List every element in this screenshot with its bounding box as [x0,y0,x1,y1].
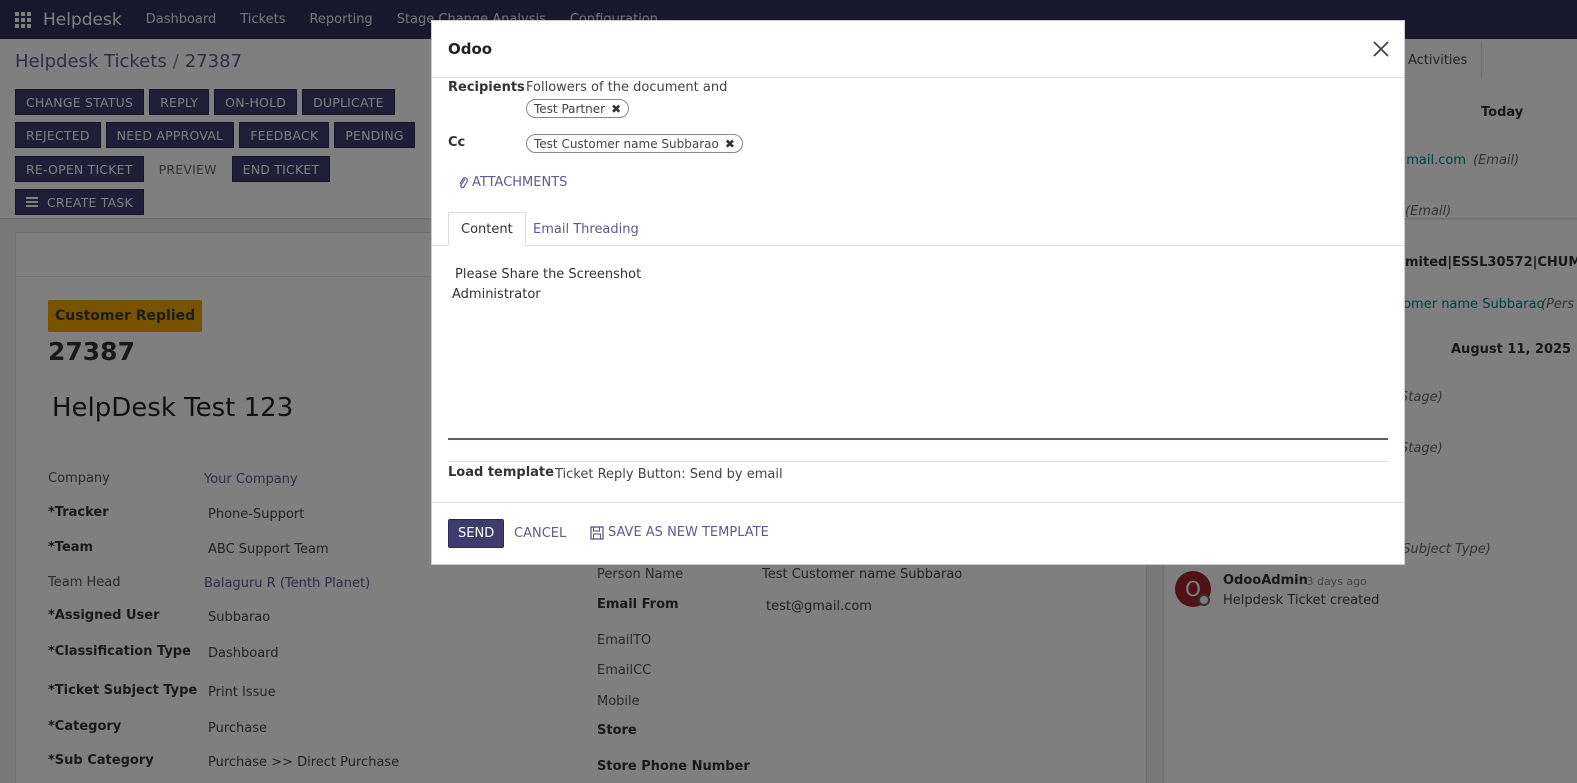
divider [448,461,1388,462]
save-as-new-template-button[interactable]: SAVE AS NEW TEMPLATE [590,525,769,540]
tab-email-threading[interactable]: Email Threading [521,212,651,246]
save-template-label: SAVE AS NEW TEMPLATE [608,525,769,540]
paperclip-icon [459,176,468,188]
body-line-1[interactable]: Please Share the Screenshot [455,267,641,282]
load-template-select[interactable]: Ticket Reply Button: Send by email [555,467,783,482]
attachments-button[interactable]: ATTACHMENTS [457,175,567,190]
load-template-label: Load template [448,465,554,480]
cc-tag-label: Test Customer name Subbarao [534,136,719,151]
remove-tag-icon[interactable]: ✖ [725,137,735,151]
remove-tag-icon[interactable]: ✖ [611,102,621,116]
send-button[interactable]: SEND [448,519,505,548]
recipient-tag: Test Partner ✖ [526,99,630,118]
tab-content[interactable]: Content [448,212,526,246]
recipients-text: Followers of the document and [526,80,728,95]
dialog-header: Odoo [432,21,1404,78]
dialog-title: Odoo [448,40,493,58]
body-line-2[interactable]: Administrator [452,287,541,302]
floppy-disk-icon [590,525,604,540]
recipient-tag-label: Test Partner [534,101,606,116]
close-icon[interactable] [1370,38,1392,60]
compose-email-dialog: Odoo Recipients Followers of the documen… [431,20,1405,565]
cc-label: Cc [448,135,466,150]
cancel-button[interactable]: CANCEL [514,526,566,541]
recipients-label: Recipients [448,80,525,95]
dialog-footer-divider [432,502,1404,503]
editor-underline [448,438,1388,440]
dialog-tabs: Content Email Threading [432,212,1404,246]
cc-tag: Test Customer name Subbarao ✖ [526,134,743,153]
attachments-label: ATTACHMENTS [472,175,568,190]
